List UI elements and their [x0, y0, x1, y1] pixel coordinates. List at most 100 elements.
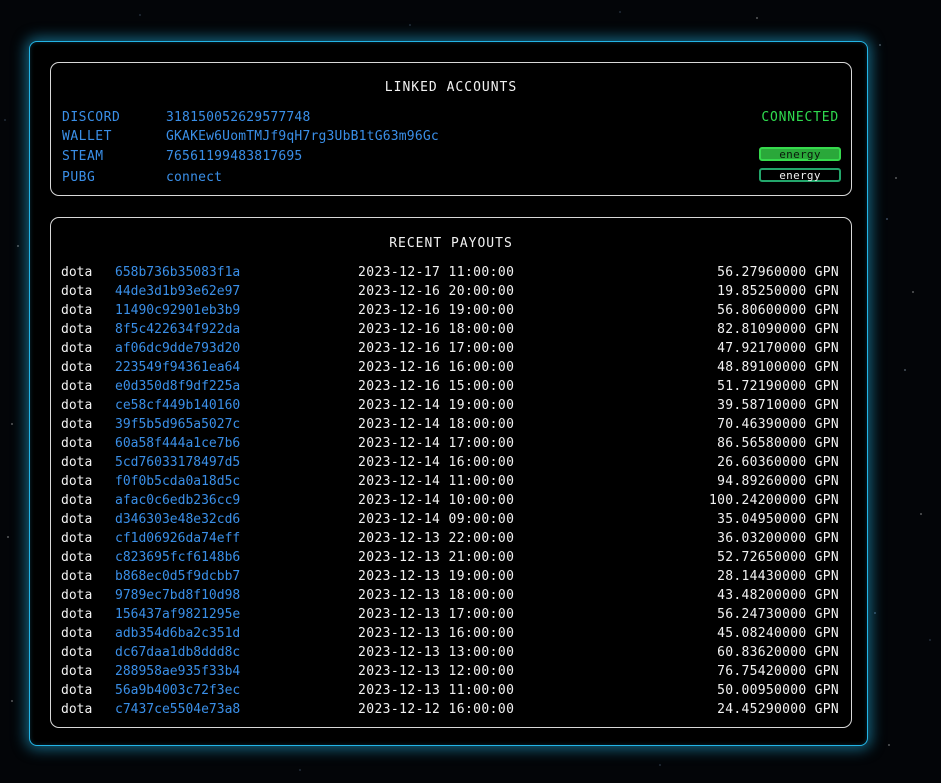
discord-connected-status: CONNECTED — [761, 110, 839, 125]
payout-tx-hash[interactable]: 8f5c422634f922da — [115, 320, 240, 339]
linked-accounts-title: LINKED ACCOUNTS — [384, 80, 518, 95]
payout-tx-hash[interactable]: d346303e48e32cd6 — [115, 510, 240, 529]
payout-timestamp: 2023-12-14 10:00:00 — [358, 493, 515, 508]
payout-timestamp: 2023-12-12 16:00:00 — [358, 702, 515, 717]
payout-tx-hash[interactable]: c823695fcf6148b6 — [115, 548, 240, 567]
payout-amount: 76.75420000 GPN — [717, 664, 839, 679]
pubg-connect-link[interactable]: connect — [166, 170, 222, 185]
payout-tx-hash[interactable]: 56a9b4003c72f3ec — [115, 681, 240, 700]
payout-game: dota — [61, 284, 93, 299]
payout-timestamp: 2023-12-16 17:00:00 — [358, 341, 515, 356]
payout-row: dota e0d350d8f9df225a 2023-12-16 15:00:00 5… — [61, 377, 841, 396]
payout-tx-hash[interactable]: af06dc9dde793d20 — [115, 339, 240, 358]
payout-row: dota 658b736b35083f1a 2023-12-17 11:00:00 5… — [61, 263, 841, 282]
payout-game: dota — [61, 341, 93, 356]
payout-game: dota — [61, 683, 93, 698]
payout-timestamp: 2023-12-13 19:00:00 — [358, 569, 515, 584]
payout-tx-hash[interactable]: adb354d6ba2c351d — [115, 624, 240, 643]
payout-amount: 82.81090000 GPN — [717, 322, 839, 337]
payout-game: dota — [61, 512, 93, 527]
payout-amount: 50.00950000 GPN — [717, 683, 839, 698]
payout-amount: 47.92170000 GPN — [717, 341, 839, 356]
payout-tx-hash[interactable]: cf1d06926da74eff — [115, 529, 240, 548]
payout-amount: 35.04950000 GPN — [717, 512, 839, 527]
payout-amount: 26.60360000 GPN — [717, 455, 839, 470]
linked-accounts-card: LINKED ACCOUNTS DISCORD 3181500526295777… — [50, 62, 852, 196]
payout-amount: 45.08240000 GPN — [717, 626, 839, 641]
payout-tx-hash[interactable]: ce58cf449b140160 — [115, 396, 240, 415]
payout-timestamp: 2023-12-14 19:00:00 — [358, 398, 515, 413]
payout-list: dota 658b736b35083f1a 2023-12-17 11:00:00 5… — [61, 263, 841, 719]
payout-amount: 56.27960000 GPN — [717, 265, 839, 280]
payout-row: dota 5cd76033178497d5 2023-12-14 16:00:00 2… — [61, 453, 841, 472]
payout-amount: 94.89260000 GPN — [717, 474, 839, 489]
payout-timestamp: 2023-12-16 18:00:00 — [358, 322, 515, 337]
payout-row: dota c823695fcf6148b6 2023-12-13 21:00:00 5… — [61, 548, 841, 567]
payout-timestamp: 2023-12-14 16:00:00 — [358, 455, 515, 470]
payout-amount: 39.58710000 GPN — [717, 398, 839, 413]
payout-timestamp: 2023-12-13 11:00:00 — [358, 683, 515, 698]
payout-game: dota — [61, 702, 93, 717]
payout-tx-hash[interactable]: 5cd76033178497d5 — [115, 453, 240, 472]
payout-tx-hash[interactable]: f0f0b5cda0a18d5c — [115, 472, 240, 491]
payout-amount: 28.14430000 GPN — [717, 569, 839, 584]
payout-row: dota b868ec0d5f9dcbb7 2023-12-13 19:00:00 2… — [61, 567, 841, 586]
payout-tx-hash[interactable]: c7437ce5504e73a8 — [115, 700, 240, 719]
payout-game: dota — [61, 436, 93, 451]
payout-row: dota 288958ae935f33b4 2023-12-13 12:00:00 7… — [61, 662, 841, 681]
payout-tx-hash[interactable]: 9789ec7bd8f10d98 — [115, 586, 240, 605]
payout-tx-hash[interactable]: b868ec0d5f9dcbb7 — [115, 567, 240, 586]
dashboard-panel: LINKED ACCOUNTS DISCORD 3181500526295777… — [29, 41, 868, 746]
payout-amount: 43.48200000 GPN — [717, 588, 839, 603]
payout-game: dota — [61, 626, 93, 641]
payout-tx-hash[interactable]: 39f5b5d965a5027c — [115, 415, 240, 434]
pubg-energy-button[interactable]: energy — [759, 168, 841, 182]
payout-tx-hash[interactable]: 11490c92901eb3b9 — [115, 301, 240, 320]
payout-row: dota 223549f94361ea64 2023-12-16 16:00:00 4… — [61, 358, 841, 377]
payout-row: dota 56a9b4003c72f3ec 2023-12-13 11:00:00 5… — [61, 681, 841, 700]
payout-game: dota — [61, 645, 93, 660]
payout-tx-hash[interactable]: e0d350d8f9df225a — [115, 377, 240, 396]
payout-timestamp: 2023-12-13 21:00:00 — [358, 550, 515, 565]
wallet-address-value: GKAKEw6UomTMJf9qH7rg3UbB1tG63m96Gc — [166, 129, 439, 144]
account-label-pubg: PUBG — [62, 170, 96, 185]
payout-tx-hash[interactable]: afac0c6edb236cc9 — [115, 491, 240, 510]
steam-energy-button[interactable]: energy — [759, 147, 841, 161]
payout-row: dota ce58cf449b140160 2023-12-14 19:00:00 3… — [61, 396, 841, 415]
payout-row: dota adb354d6ba2c351d 2023-12-13 16:00:00 4… — [61, 624, 841, 643]
payout-game: dota — [61, 493, 93, 508]
payout-timestamp: 2023-12-16 20:00:00 — [358, 284, 515, 299]
payout-tx-hash[interactable]: 156437af9821295e — [115, 605, 240, 624]
payout-timestamp: 2023-12-16 16:00:00 — [358, 360, 515, 375]
payout-amount: 24.45290000 GPN — [717, 702, 839, 717]
payout-timestamp: 2023-12-14 11:00:00 — [358, 474, 515, 489]
payout-game: dota — [61, 379, 93, 394]
payout-amount: 56.80600000 GPN — [717, 303, 839, 318]
payout-row: dota 11490c92901eb3b9 2023-12-16 19:00:00 5… — [61, 301, 841, 320]
payout-amount: 52.72650000 GPN — [717, 550, 839, 565]
account-row-wallet: WALLET GKAKEw6UomTMJf9qH7rg3UbB1tG63m96G… — [62, 129, 842, 149]
account-row-steam: STEAM 76561199483817695 energy — [62, 147, 842, 169]
payout-tx-hash[interactable]: 44de3d1b93e62e97 — [115, 282, 240, 301]
payout-amount: 70.46390000 GPN — [717, 417, 839, 432]
payout-tx-hash[interactable]: 60a58f444a1ce7b6 — [115, 434, 240, 453]
payout-tx-hash[interactable]: dc67daa1db8ddd8c — [115, 643, 240, 662]
account-row-pubg: PUBG connect energy — [62, 168, 842, 190]
recent-payouts-title: RECENT PAYOUTS — [389, 236, 513, 251]
payout-amount: 86.56580000 GPN — [717, 436, 839, 451]
payout-amount: 56.24730000 GPN — [717, 607, 839, 622]
payout-row: dota 9789ec7bd8f10d98 2023-12-13 18:00:00 4… — [61, 586, 841, 605]
payout-timestamp: 2023-12-13 16:00:00 — [358, 626, 515, 641]
payout-row: dota 60a58f444a1ce7b6 2023-12-14 17:00:00 8… — [61, 434, 841, 453]
payout-tx-hash[interactable]: 288958ae935f33b4 — [115, 662, 240, 681]
payout-timestamp: 2023-12-14 09:00:00 — [358, 512, 515, 527]
payout-game: dota — [61, 265, 93, 280]
account-label-wallet: WALLET — [62, 129, 112, 144]
payout-game: dota — [61, 550, 93, 565]
payout-game: dota — [61, 303, 93, 318]
payout-row: dota af06dc9dde793d20 2023-12-16 17:00:00 4… — [61, 339, 841, 358]
payout-tx-hash[interactable]: 223549f94361ea64 — [115, 358, 240, 377]
payout-timestamp: 2023-12-13 12:00:00 — [358, 664, 515, 679]
payout-tx-hash[interactable]: 658b736b35083f1a — [115, 263, 240, 282]
steam-id-value: 76561199483817695 — [166, 149, 303, 164]
